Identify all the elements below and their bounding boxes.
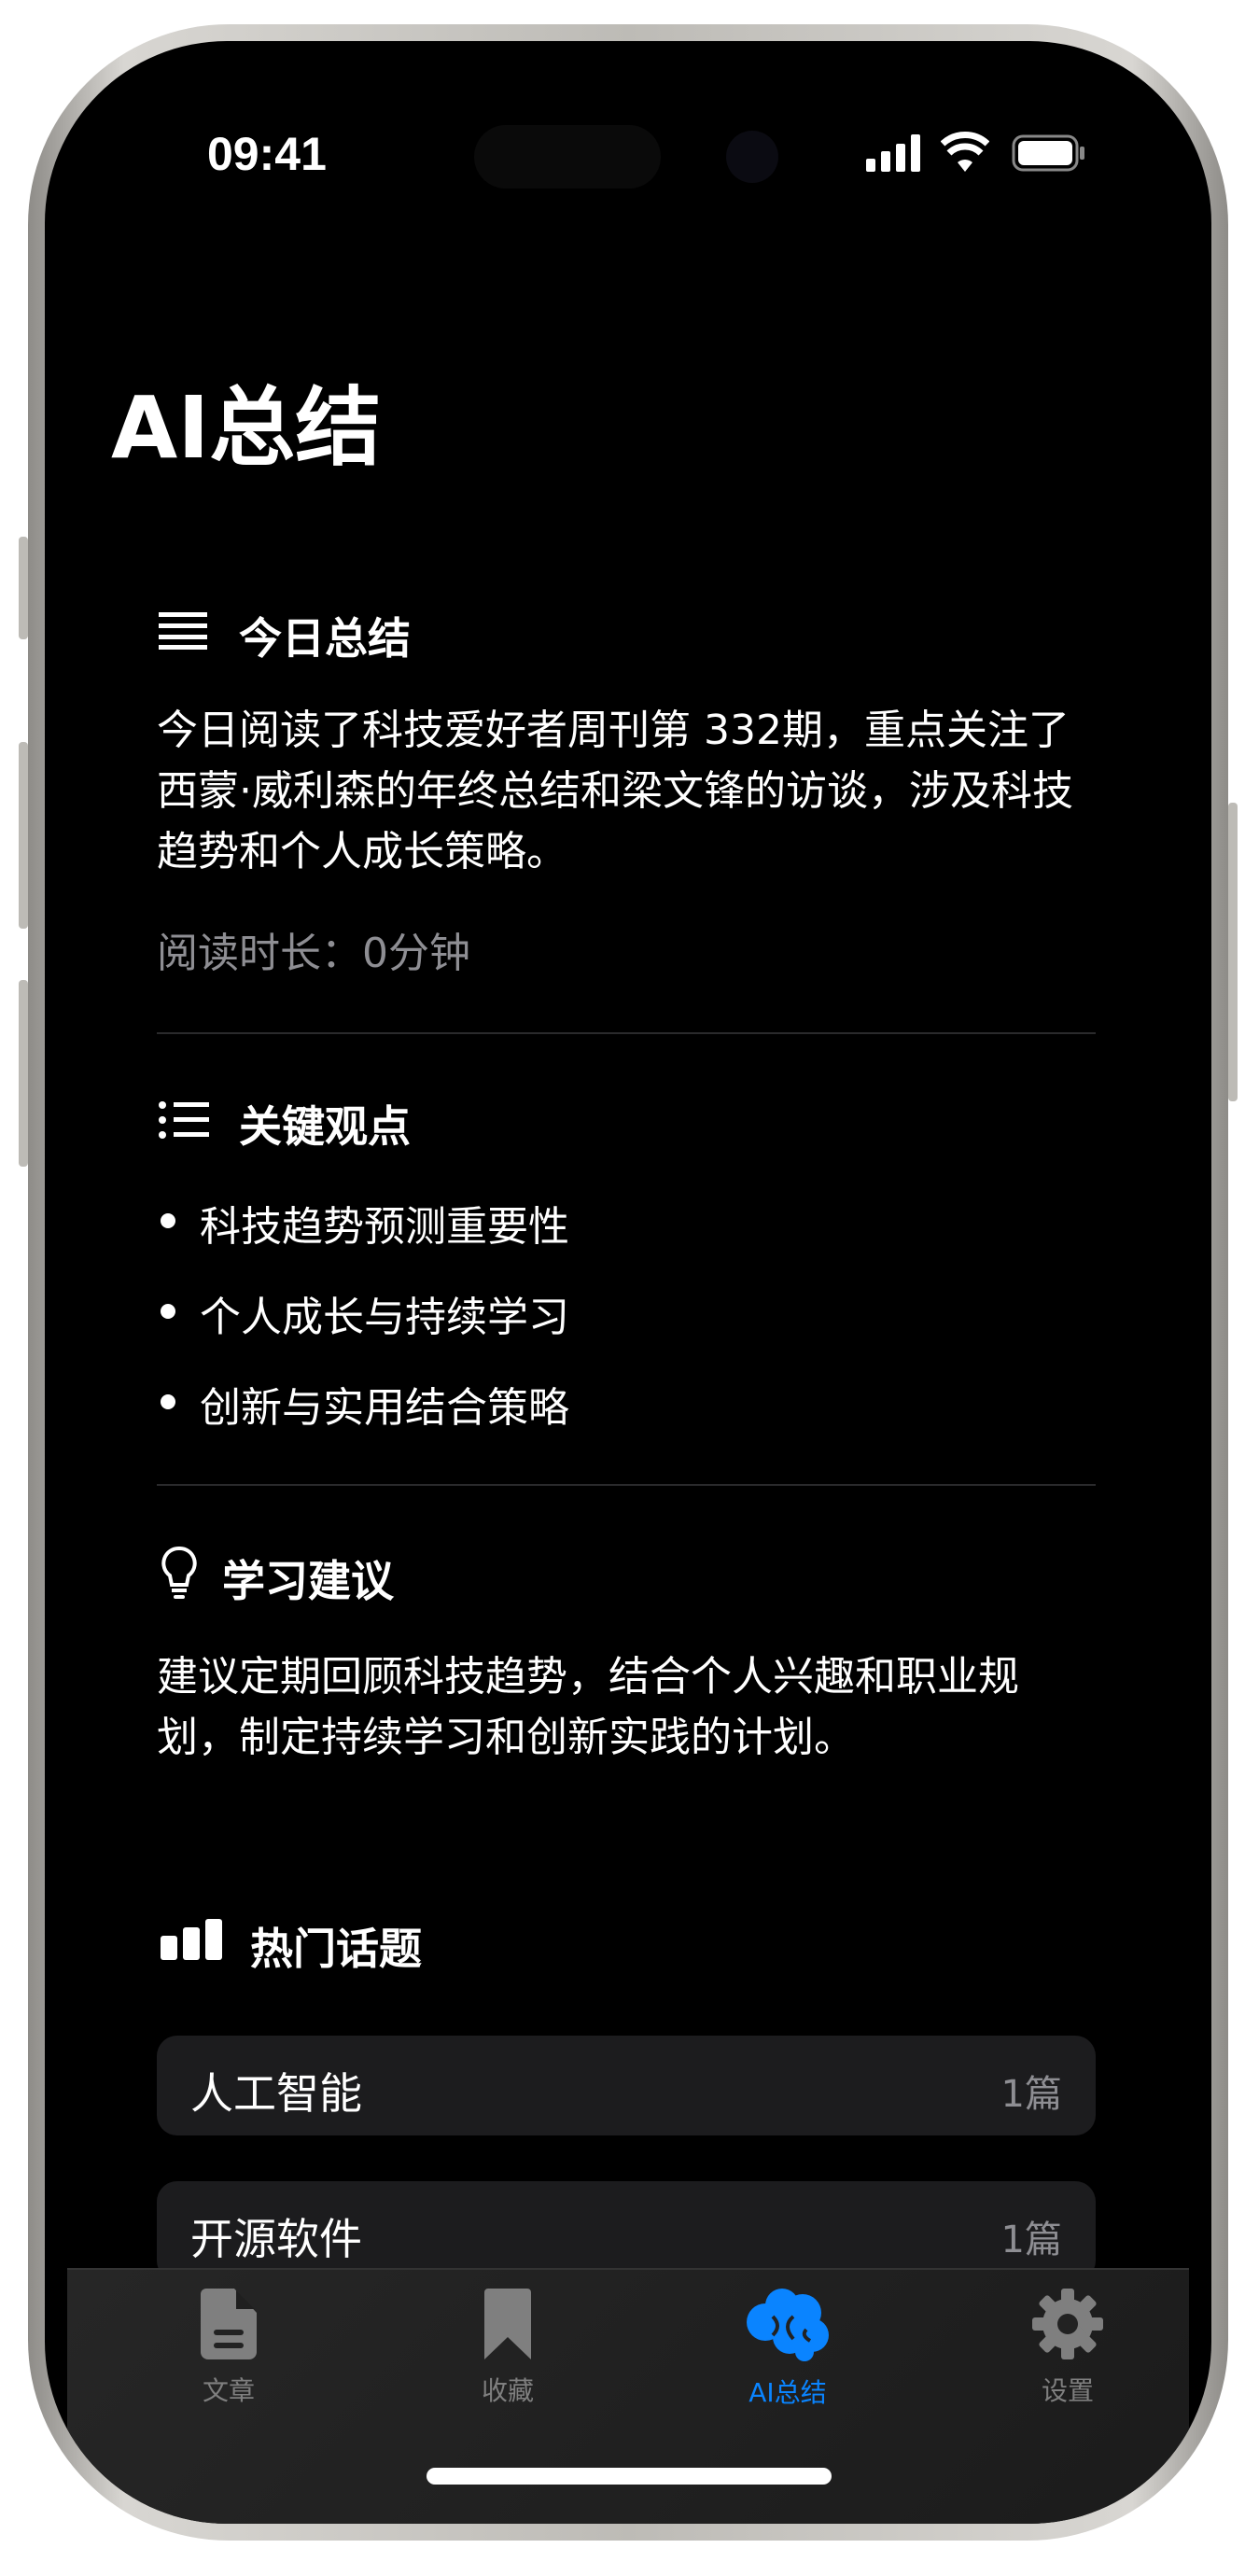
side-button: [1228, 803, 1238, 1101]
tab-label: AI总结: [748, 2377, 827, 2408]
document-icon: [201, 2289, 257, 2359]
volume-up-button: [19, 742, 28, 929]
action-button: [19, 537, 28, 639]
volume-down-button: [19, 980, 28, 1167]
home-indicator[interactable]: [427, 2468, 832, 2485]
status-time: 09:41: [207, 128, 327, 180]
key-points-heading: 关键观点: [239, 1101, 411, 1152]
tab-favorites[interactable]: 收藏: [414, 2289, 601, 2408]
dynamic-island: [474, 125, 661, 189]
list-bullet-icon: [159, 1101, 209, 1139]
topic-name: 人工智能: [190, 2068, 362, 2119]
reading-time: 阅读时长：0分钟: [157, 930, 470, 977]
tab-bar: 文章 收藏 AI总结 设置: [67, 2268, 1189, 2524]
tab-label: 文章: [202, 2375, 255, 2406]
screen: 09:41 AI总结 今日总结 今日阅读了科技爱好者周刊第 332期，重点关注了…: [45, 41, 1211, 2524]
text-lines-icon: [159, 612, 207, 650]
signal-icon: [866, 134, 920, 172]
chart-bar-icon: [161, 1919, 222, 1960]
topic-card[interactable]: 人工智能 1篇: [157, 2036, 1096, 2135]
key-point-item: 个人成长与持续学习: [161, 1283, 569, 1343]
topic-count: 1篇: [1000, 2219, 1062, 2261]
tab-label: 设置: [1041, 2375, 1094, 2406]
key-point-item: 创新与实用结合策略: [161, 1374, 569, 1434]
tab-ai-summary[interactable]: AI总结: [694, 2289, 881, 2410]
tab-articles[interactable]: 文章: [135, 2289, 322, 2408]
tab-settings[interactable]: 设置: [974, 2289, 1161, 2408]
camera: [726, 131, 778, 183]
topic-card[interactable]: 开源软件 1篇: [157, 2181, 1096, 2281]
page-title: AI总结: [111, 378, 382, 478]
wifi-icon: [941, 132, 989, 172]
divider: [157, 1032, 1096, 1034]
topic-name: 开源软件: [190, 2214, 362, 2264]
today-summary-body: 今日阅读了科技爱好者周刊第 332期，重点关注了西蒙·威利森的年终总结和梁文锋的…: [157, 707, 1073, 875]
today-summary-heading: 今日总结: [239, 613, 411, 664]
learning-advice-body: 建议定期回顾科技趋势，结合个人兴趣和职业规划，制定持续学习和创新实践的计划。: [157, 1653, 1019, 1761]
hot-topics-heading: 热门话题: [250, 1924, 422, 1974]
topic-count: 1篇: [1000, 2073, 1062, 2116]
brain-icon: [747, 2289, 829, 2361]
divider: [157, 1484, 1096, 1486]
lightbulb-icon: [161, 1547, 197, 1599]
learning-advice-heading: 学习建议: [222, 1556, 394, 1606]
key-point-item: 科技趋势预测重要性: [161, 1193, 569, 1253]
gear-icon: [1032, 2289, 1103, 2359]
bookmark-icon: [484, 2289, 531, 2359]
battery-icon: [1012, 134, 1084, 172]
tab-label: 收藏: [481, 2375, 534, 2406]
